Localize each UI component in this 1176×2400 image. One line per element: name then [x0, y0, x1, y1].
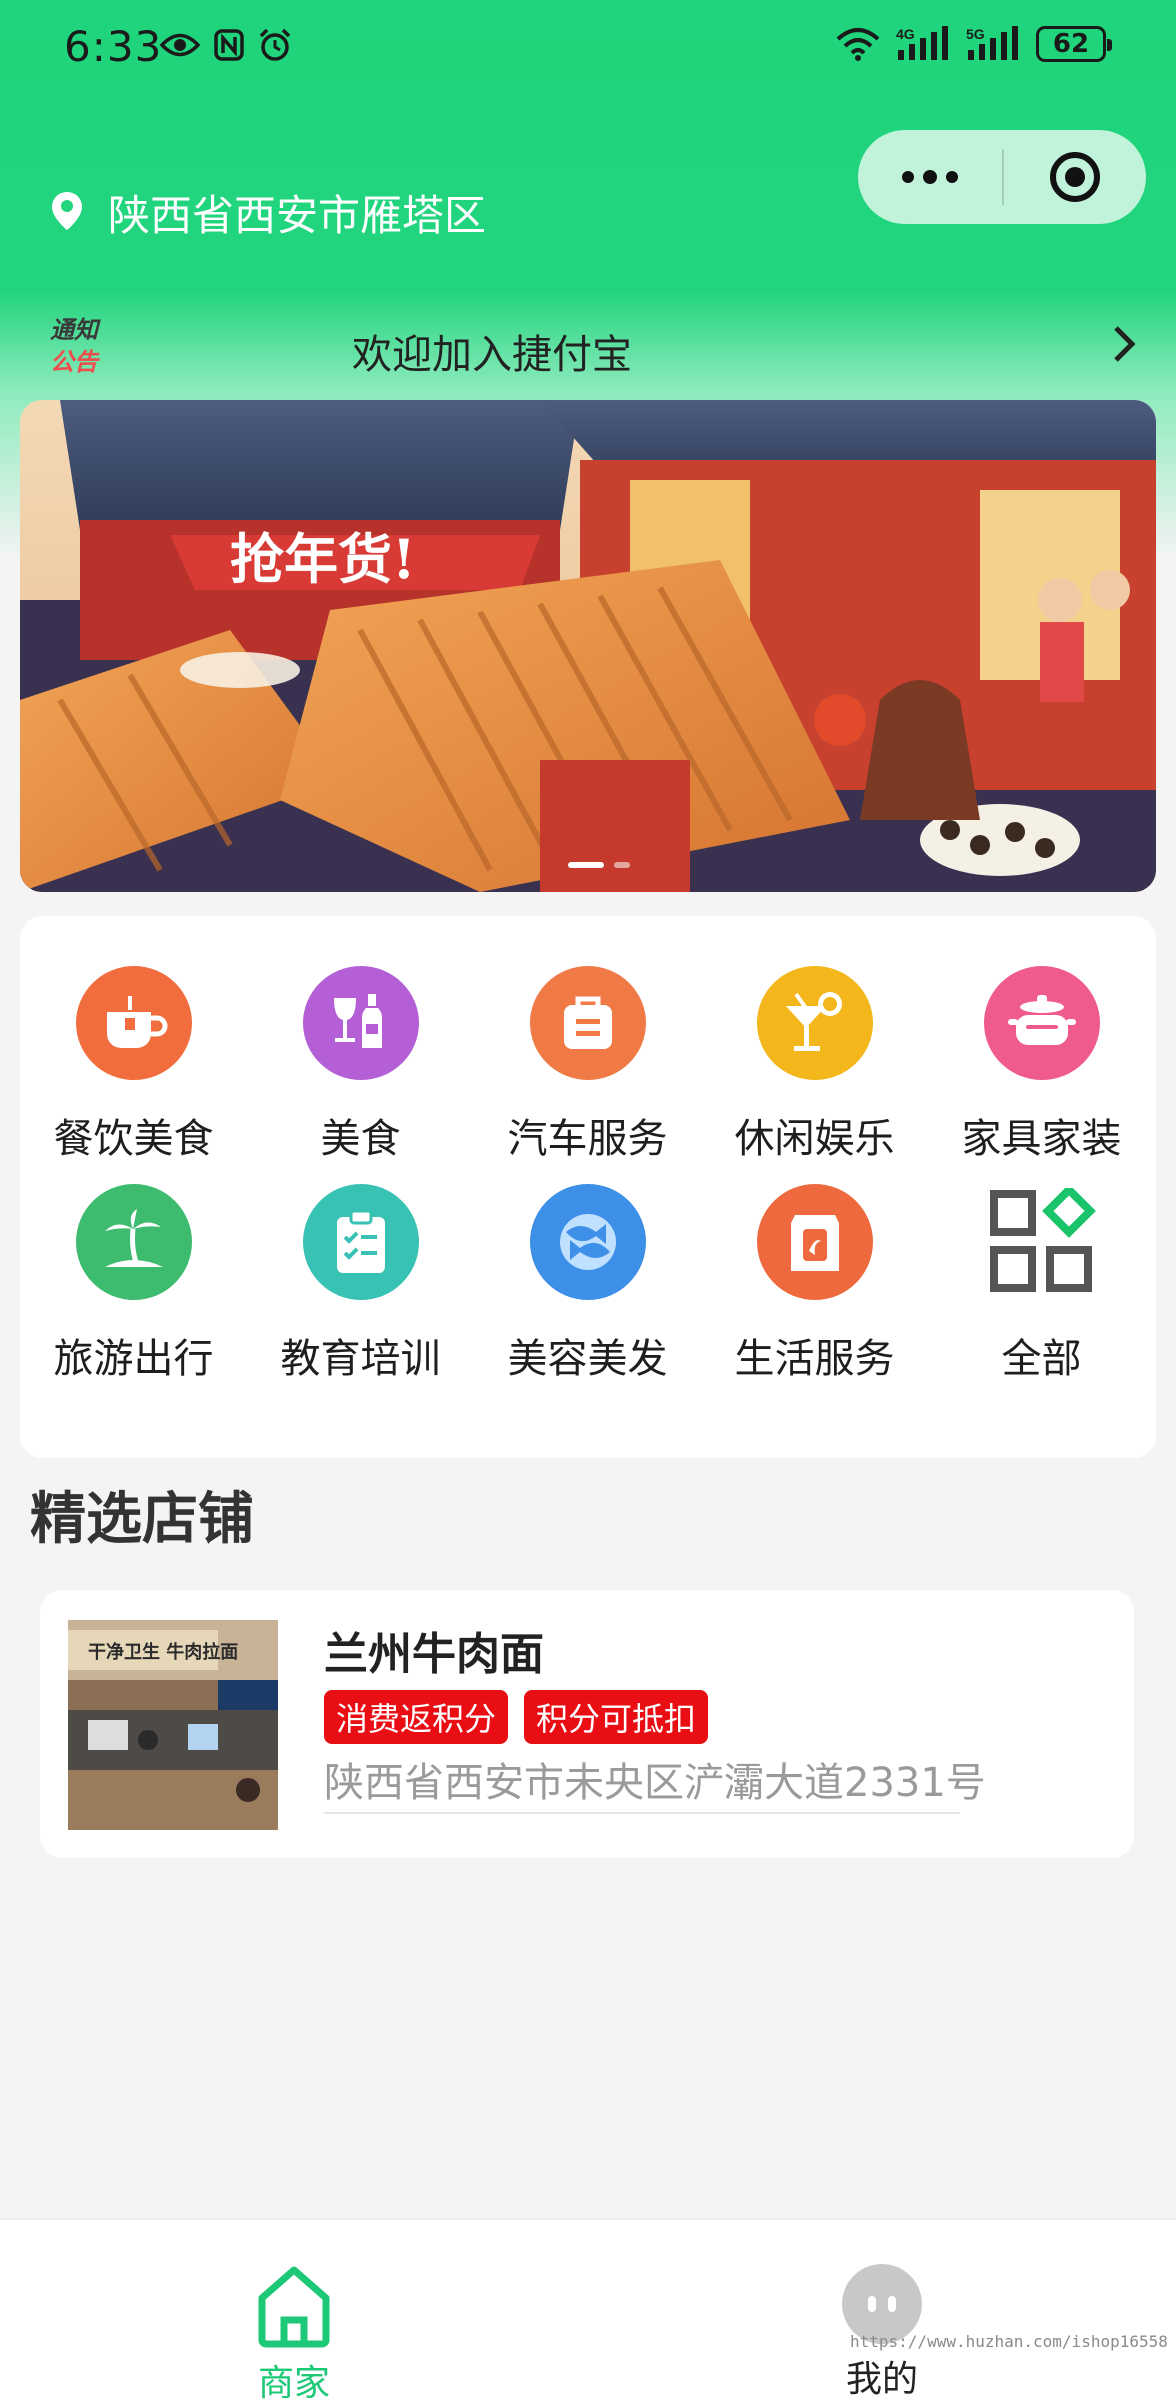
tab-mine[interactable]: 我的 [588, 2220, 1176, 2400]
banner-illustration: 抢年货! [20, 400, 1156, 892]
tab-merchants[interactable]: 商家 [0, 2220, 588, 2400]
tab-label: 商家 [257, 2363, 330, 2400]
category-item-beauty[interactable]: 美容美发 [474, 1164, 701, 1412]
clipboard-icon [302, 1184, 419, 1300]
notice-text: 欢迎加入捷付宝 [352, 332, 632, 378]
fish-icon [529, 1184, 646, 1300]
more-button[interactable] [858, 130, 1002, 224]
cafe-icon [75, 966, 192, 1080]
category-item-dining[interactable]: 餐饮美食 [20, 916, 247, 1164]
cocktail-icon [756, 966, 873, 1080]
promo-banner[interactable]: 抢年货! [20, 400, 1156, 892]
home-icon [254, 2264, 334, 2348]
battery-indicator: 62 [1036, 26, 1112, 62]
store-thumbnail: 干净卫生 牛肉拉面 [68, 1620, 278, 1830]
store-tag: 消费返积分 [324, 1690, 509, 1744]
section-title: 精选店铺 [30, 1487, 254, 1552]
status-bar: 6:33 4G 5G 62 [0, 0, 1176, 100]
category-label: 休闲娱乐 [734, 1116, 895, 1162]
category-label: 美食 [320, 1116, 401, 1162]
category-grid: 餐饮美食 美食 汽车服务 休闲娱乐 家具家装 旅游出行 教育培训 美容美发 生活… [20, 916, 1156, 1412]
wifi-icon [836, 27, 880, 61]
category-label: 全部 [1001, 1336, 1082, 1382]
category-label: 生活服务 [734, 1336, 895, 1382]
target-icon [1050, 152, 1100, 202]
bottom-tab-bar: 商家 我的 https://www.huzhan.com/ishop16558 [0, 2218, 1176, 2400]
banner-dot[interactable] [614, 862, 630, 868]
category-label: 家具家装 [961, 1116, 1122, 1162]
category-item-furniture[interactable]: 家具家装 [928, 916, 1155, 1164]
grid-icon [984, 1184, 1100, 1300]
package-icon [756, 1184, 873, 1300]
store-tags: 消费返积分 积分可抵扣 [324, 1690, 709, 1744]
bag-icon [529, 966, 646, 1080]
watermark: https://www.huzhan.com/ishop16558 [850, 2332, 1168, 2351]
category-item-life-service[interactable]: 生活服务 [701, 1164, 928, 1412]
notice-badge-icon: 通知 公告 [50, 316, 98, 376]
svg-text:抢年货!: 抢年货! [230, 527, 416, 591]
category-label: 餐饮美食 [53, 1116, 214, 1162]
banner-pagination[interactable] [568, 862, 630, 868]
miniprogram-capsule [858, 130, 1146, 224]
category-label: 美容美发 [507, 1336, 668, 1382]
svg-text:5G: 5G [966, 26, 985, 42]
category-label: 旅游出行 [53, 1336, 214, 1382]
divider [324, 1812, 960, 1814]
svg-text:4G: 4G [896, 26, 915, 42]
category-item-food[interactable]: 美食 [247, 916, 474, 1164]
category-item-leisure[interactable]: 休闲娱乐 [701, 916, 928, 1164]
store-tag: 积分可抵扣 [524, 1690, 709, 1744]
status-time: 6:33 [64, 22, 163, 71]
category-label: 汽车服务 [507, 1116, 668, 1162]
banner-dot[interactable] [568, 862, 604, 868]
category-item-education[interactable]: 教育培训 [247, 1164, 474, 1412]
more-dots-icon [902, 170, 958, 184]
eye-icon [160, 32, 200, 58]
close-miniprogram-button[interactable] [1004, 130, 1146, 224]
category-item-auto[interactable]: 汽车服务 [474, 916, 701, 1164]
category-item-all[interactable]: 全部 [928, 1164, 1155, 1412]
nfc-icon [214, 29, 244, 61]
location-selector[interactable]: 陕西省西安市雁塔区 [50, 182, 486, 243]
notice-bar[interactable]: 通知 公告 欢迎加入捷付宝 [0, 310, 1176, 384]
pot-icon [983, 966, 1100, 1080]
store-name: 兰州牛肉面 [324, 1629, 544, 1680]
store-address: 陕西省西安市未央区浐灞大道2331号 [324, 1760, 986, 1806]
location-text: 陕西省西安市雁塔区 [108, 191, 487, 240]
signal-4g-icon: 4G [896, 26, 950, 62]
tab-label: 我的 [845, 2359, 918, 2400]
store-card[interactable]: 干净卫生 牛肉拉面 兰州牛肉面 消费返积分 积分可抵扣 陕西省西安市未央区浐灞大… [40, 1590, 1134, 1858]
category-item-travel[interactable]: 旅游出行 [20, 1164, 247, 1412]
svg-text:干净卫生 牛肉拉面: 干净卫生 牛肉拉面 [88, 1641, 238, 1663]
signal-5g-icon: 5G [966, 26, 1020, 62]
category-grid-card: 餐饮美食 美食 汽车服务 休闲娱乐 家具家装 旅游出行 教育培训 美容美发 生活… [20, 916, 1156, 1458]
wine-icon [302, 966, 419, 1080]
alarm-icon [258, 28, 292, 62]
palm-island-icon [75, 1184, 192, 1300]
category-label: 教育培训 [280, 1336, 441, 1382]
chevron-right-icon [1112, 324, 1136, 368]
location-pin-icon [50, 190, 84, 236]
